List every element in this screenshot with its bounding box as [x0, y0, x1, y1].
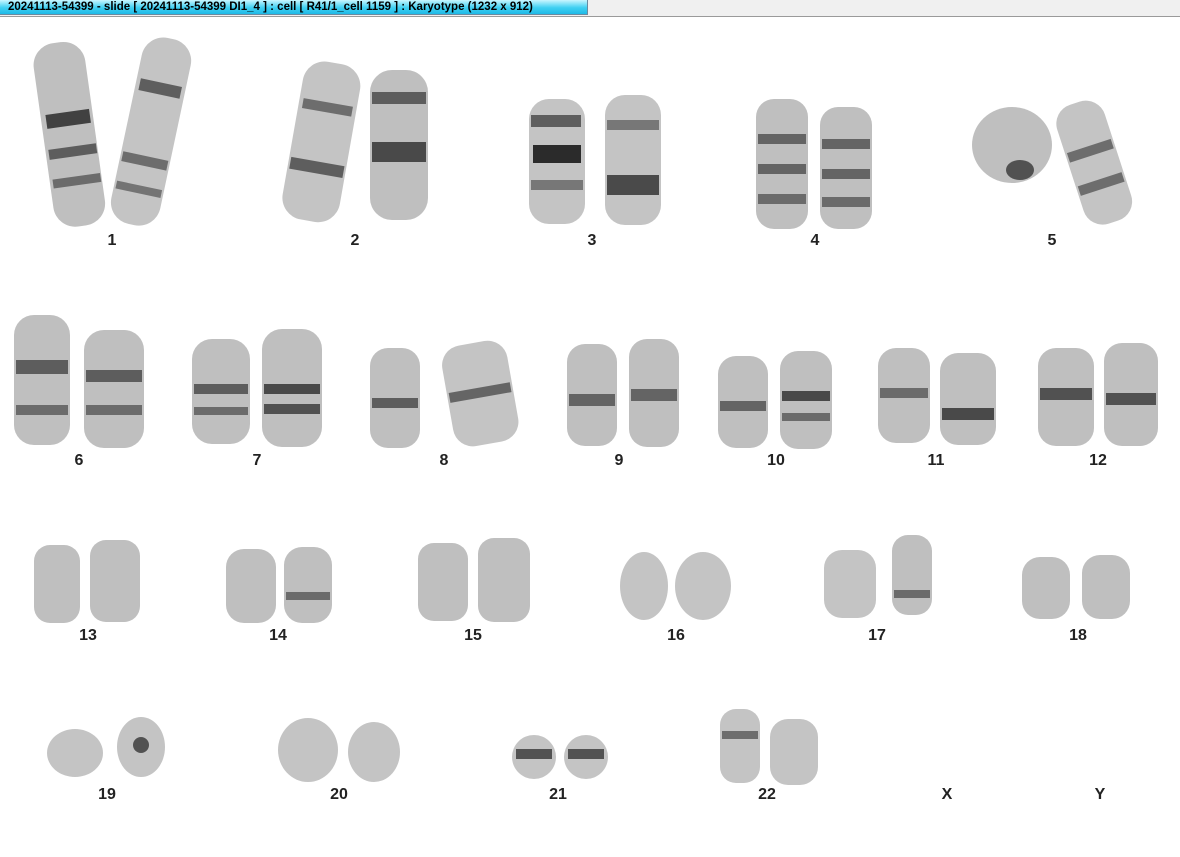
chromosome-pair-15[interactable]	[416, 538, 534, 624]
chromosome-17b	[892, 535, 932, 615]
chromosome-16a	[620, 552, 668, 620]
chromosome-15a	[418, 543, 468, 621]
chromosome-3a	[529, 99, 585, 224]
chromosome-6b	[84, 330, 144, 448]
chromosome-label-21: 21	[549, 786, 567, 803]
chromosome-pair-12[interactable]	[1036, 343, 1161, 448]
chromosome-label-22: 22	[758, 786, 776, 803]
chromosome-21b	[564, 735, 608, 779]
chromosome-label-6: 6	[74, 452, 84, 469]
chromosome-1b	[110, 37, 192, 226]
chromosome-2b	[370, 70, 428, 220]
chromosome-label-17: 17	[868, 627, 886, 644]
chromosome-pair-20[interactable]	[278, 717, 403, 783]
chromosome-22a	[720, 709, 760, 783]
chromosome-label-16: 16	[667, 627, 685, 644]
chromosome-pair-22[interactable]	[718, 709, 823, 787]
chromosome-label-20: 20	[330, 786, 348, 803]
chromosome-3b	[605, 95, 661, 225]
chromosome-8b	[442, 340, 519, 447]
chromosome-5b	[1056, 100, 1133, 225]
chromosome-label-19: 19	[98, 786, 116, 803]
chromosome-pair-18[interactable]	[1020, 555, 1135, 621]
chromosome-2a	[282, 61, 361, 223]
chromosome-22b	[770, 719, 818, 785]
chromosome-label-14: 14	[269, 627, 287, 644]
chromosome-17a	[824, 550, 876, 618]
chromosome-19a	[47, 729, 103, 777]
chromosome-label-11: 11	[927, 452, 945, 469]
chromosome-14a	[226, 549, 276, 623]
chromosome-label-4: 4	[810, 232, 820, 249]
chromosome-18a	[1022, 557, 1070, 619]
chromosome-11a	[878, 348, 930, 443]
chromosome-label-15: 15	[464, 627, 482, 644]
chromosome-pair-2[interactable]	[282, 61, 432, 227]
chromosome-label-7: 7	[252, 452, 262, 469]
chromosome-18b	[1082, 555, 1130, 619]
chromosome-9a	[567, 344, 617, 446]
chromosome-pair-5[interactable]	[970, 95, 1135, 230]
chromosome-5a	[972, 107, 1052, 183]
chromosome-11b	[940, 353, 996, 445]
chromosome-13b	[90, 540, 140, 622]
chromosome-label-3: 3	[587, 232, 597, 249]
chromosome-pair-10[interactable]	[716, 351, 836, 451]
chromosome-label-18: 18	[1069, 627, 1087, 644]
chromosome-19b	[117, 717, 165, 777]
chromosome-pair-1[interactable]	[33, 37, 192, 232]
chromosome-14b	[284, 547, 332, 623]
chromosome-10b	[780, 351, 832, 449]
karyotype-board: 1 2 3 4 5 6 7 8 9 10 11 12 13 14 15 16 1…	[0, 17, 1180, 857]
chromosome-pair-11[interactable]	[876, 348, 1001, 448]
chromosome-16b	[675, 552, 731, 620]
chromosome-label-x: X	[941, 786, 953, 803]
window-title: 20241113-54399 - slide [ 20241113-54399 …	[0, 0, 588, 15]
chromosome-label-9: 9	[614, 452, 624, 469]
chromosome-12b	[1104, 343, 1158, 446]
chromosome-12a	[1038, 348, 1094, 446]
chromosome-4b	[820, 107, 872, 229]
chromosome-20a	[278, 718, 338, 782]
chromosome-7b	[262, 329, 322, 447]
chromosome-pair-21[interactable]	[510, 733, 610, 781]
chromosome-label-10: 10	[767, 452, 785, 469]
chromosome-pair-19[interactable]	[45, 717, 170, 779]
chromosome-label-5: 5	[1047, 232, 1057, 249]
chromosome-label-8: 8	[439, 452, 449, 469]
chromosome-label-y: Y	[1094, 786, 1106, 803]
chromosome-pair-4[interactable]	[752, 99, 882, 234]
chromosome-label-13: 13	[79, 627, 97, 644]
chromosome-pair-17[interactable]	[822, 535, 937, 620]
chromosome-10a	[718, 356, 768, 448]
chromosome-pair-3[interactable]	[525, 95, 665, 230]
chromosome-1a	[33, 41, 106, 227]
chromosome-20b	[348, 722, 400, 782]
window-titlebar: 20241113-54399 - slide [ 20241113-54399 …	[0, 0, 1180, 17]
chromosome-15b	[478, 538, 530, 622]
chromosome-6a	[14, 315, 70, 445]
chromosome-8a	[370, 348, 420, 448]
chromosome-pair-7[interactable]	[190, 329, 330, 449]
chromosome-pair-13[interactable]	[32, 540, 144, 625]
chromosome-7a	[192, 339, 250, 444]
chromosome-13a	[34, 545, 80, 623]
chromosome-21a	[512, 735, 556, 779]
chromosome-label-1: 1	[107, 232, 117, 249]
chromosome-pair-16[interactable]	[618, 550, 736, 622]
chromosome-9b	[629, 339, 679, 447]
chromosome-pair-9[interactable]	[565, 339, 685, 449]
chromosome-pair-14[interactable]	[224, 547, 336, 625]
chromosome-4a	[756, 99, 808, 229]
chromosome-label-2: 2	[350, 232, 360, 249]
chromosome-label-12: 12	[1089, 452, 1107, 469]
chromosome-pair-6[interactable]	[12, 315, 152, 450]
chromosome-pair-8[interactable]	[368, 340, 528, 453]
